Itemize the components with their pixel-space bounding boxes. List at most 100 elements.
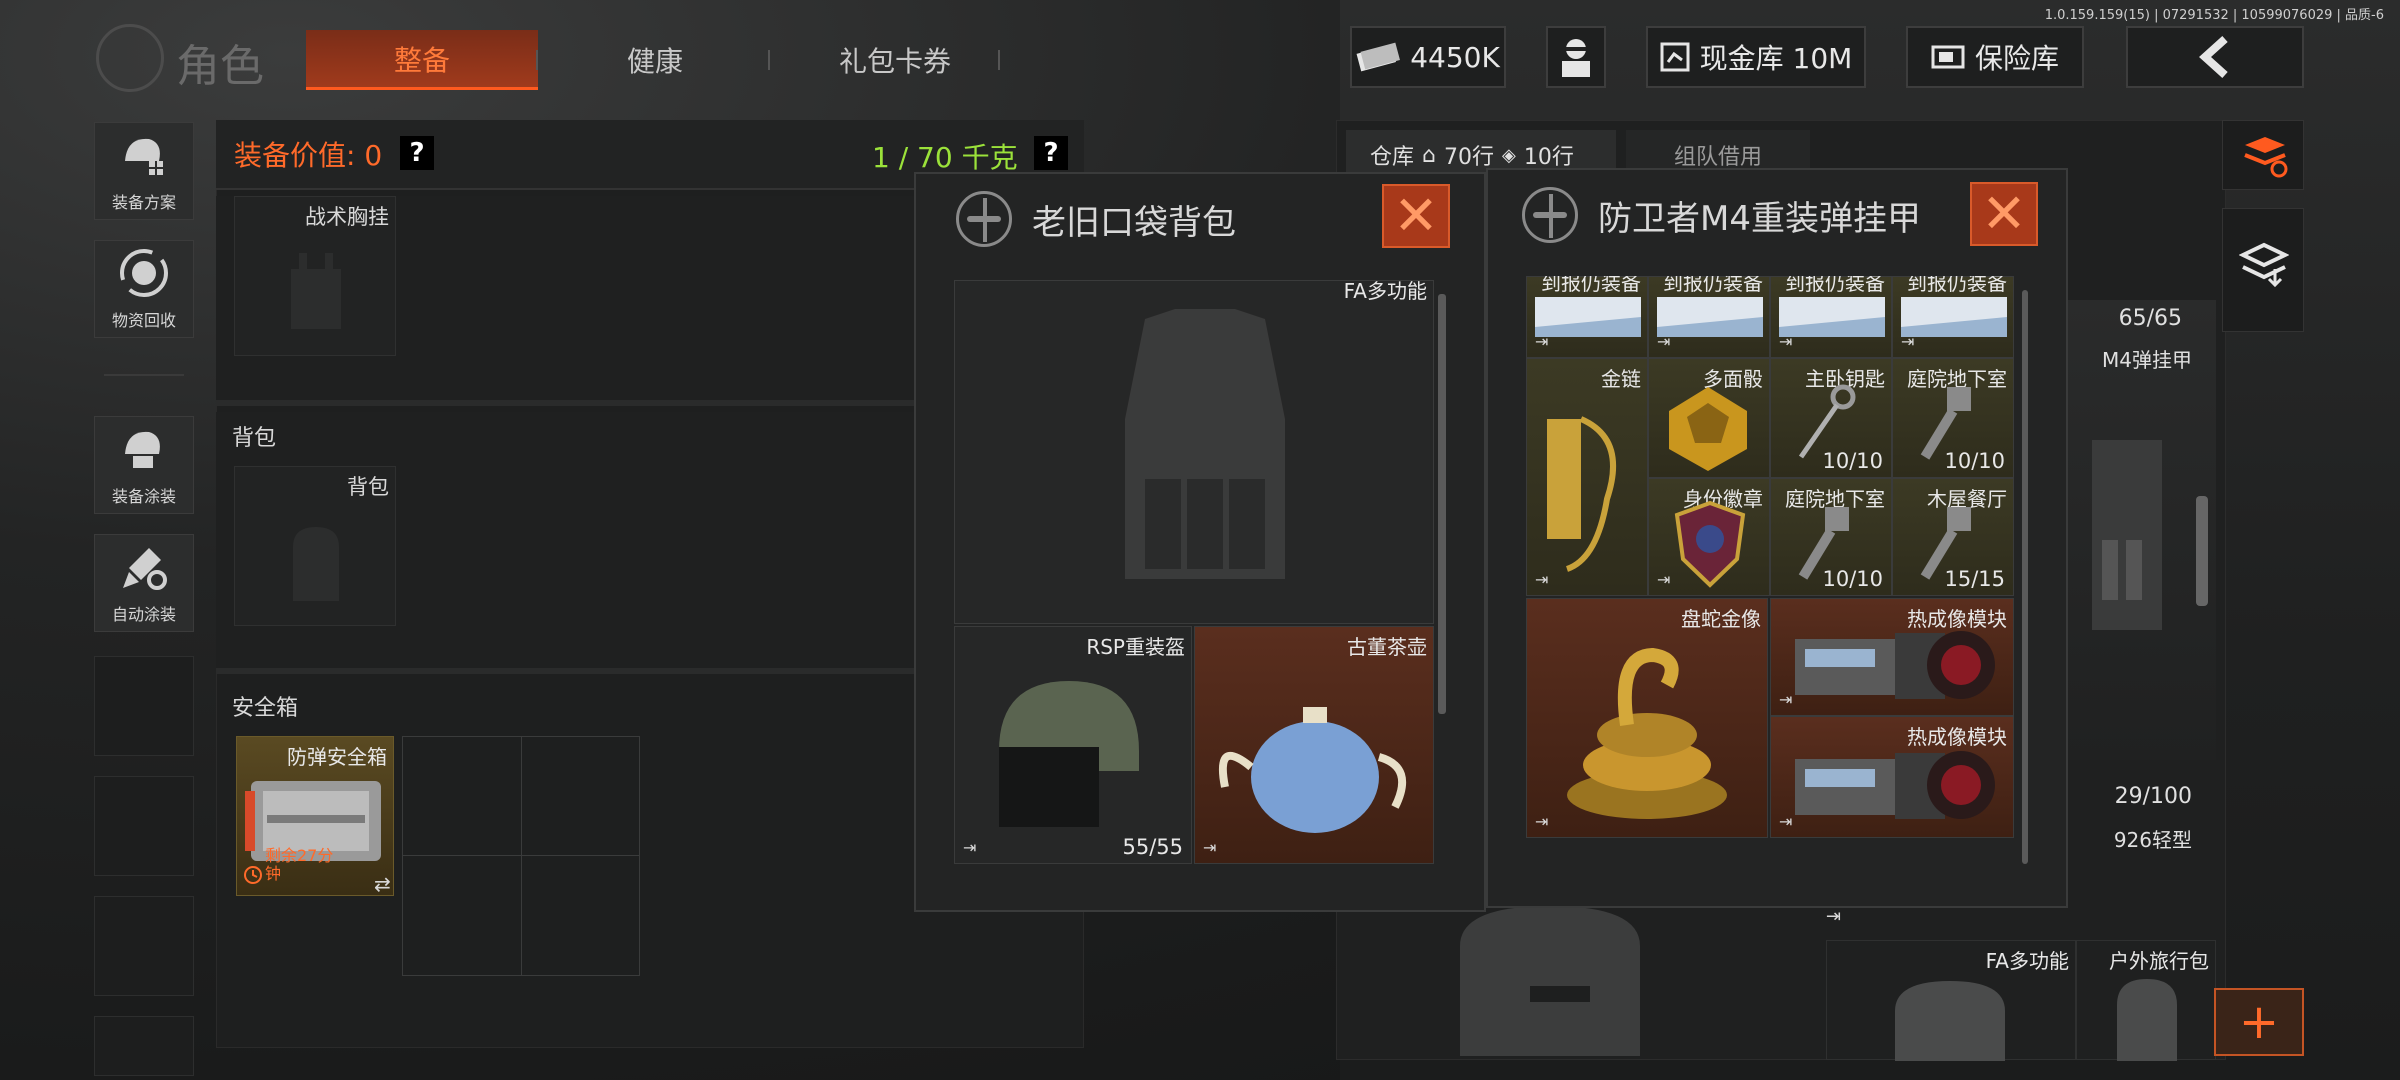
paint-helmet-icon [116, 421, 172, 477]
move-out-icon[interactable]: ⇥ [963, 838, 976, 857]
tab-gift-cards[interactable]: 礼包卡券 [790, 30, 1000, 90]
item-golden-snake-statue[interactable]: 盘蛇金像 ⇥ [1526, 598, 1768, 838]
backpack-label: 背包 [347, 475, 389, 499]
item-document[interactable]: 到报仍装备 ⇥ [1648, 276, 1770, 358]
item-courtyard-basement-key[interactable]: 庭院地下室 10/10 [1770, 478, 1892, 596]
rows-home-value: 70行 [1443, 145, 1494, 170]
storage-label-2: 926轻型 [2113, 828, 2192, 852]
close-button[interactable]: ✕ [1970, 182, 2038, 246]
cash-vault-button[interactable]: 现金库 10M [1646, 26, 1866, 88]
popup-scrollbar[interactable] [1438, 294, 1446, 714]
grid-line [403, 855, 639, 856]
safebox-item-label: 防弹安全箱 [287, 745, 387, 769]
tab-health[interactable]: 健康 [560, 30, 750, 90]
home-icon: ⌂ [1422, 142, 1436, 168]
item-rsp-helmet[interactable]: RSP重装盔 55/55 ⇥ [954, 626, 1192, 864]
snake-statue-icon [1567, 647, 1727, 819]
recycle-icon [116, 245, 172, 301]
tab-warehouse-label: 仓库 [1370, 145, 1415, 170]
money-display[interactable]: 4450K [1350, 26, 1506, 88]
item-label: RSP重装盔 [1086, 635, 1185, 659]
storage-bag-2-label: 户外旅行包 [2109, 949, 2209, 973]
move-out-icon[interactable]: ⇥ [1779, 690, 1792, 709]
grid-line [521, 737, 522, 975]
item-tactical-vest[interactable]: FA多功能 [954, 279, 1434, 624]
move-out-icon[interactable]: ⇥ [1657, 332, 1670, 351]
item-label: 盘蛇金像 [1681, 607, 1761, 631]
swap-icon[interactable]: ⇄ [374, 872, 391, 896]
move-out-icon[interactable]: ⇥ [1203, 838, 1216, 857]
move-out-icon[interactable]: ⇥ [1779, 812, 1792, 831]
storage-sort-button[interactable] [2222, 120, 2304, 190]
money-amount: 4450K [1410, 40, 1500, 74]
item-label: 古董茶壶 [1347, 635, 1427, 659]
storage-vest-item[interactable]: 65/65 M4弹挂甲 29/100 926轻型 [2066, 300, 2216, 852]
storage-scrollbar[interactable] [2196, 496, 2208, 606]
popup-scrollbar[interactable] [2022, 290, 2028, 864]
sidebar-item-recycle[interactable]: 物资回收 [94, 240, 194, 338]
move-out-icon[interactable]: ⇥ [1535, 570, 1548, 589]
backpack-slot[interactable]: 背包 [234, 466, 396, 626]
close-icon: ✕ [1393, 184, 1439, 247]
item-identity-badge[interactable]: 身份徽章 ⇥ [1648, 478, 1770, 596]
sidebar-item-loadout[interactable]: 装备方案 [94, 122, 194, 220]
item-document[interactable]: 到报仍装备 ⇥ [1526, 276, 1648, 358]
sidebar-item-label: 装备涂装 [111, 487, 176, 506]
move-out-icon[interactable]: ⇥ [1535, 332, 1548, 351]
globe-logo-icon [96, 24, 164, 92]
help-icon[interactable]: ? [400, 136, 434, 170]
add-button[interactable]: + [2214, 988, 2304, 1056]
item-document[interactable]: 到报仍装备 ⇥ [1770, 276, 1892, 358]
sidebar-item-paint[interactable]: 装备涂装 [94, 416, 194, 514]
item-count: 10/10 [1944, 449, 2005, 473]
item-label: 到报仍装备 [1541, 276, 1641, 295]
item-courtyard-basement-key[interactable]: 庭院地下室 10/10 [1892, 358, 2014, 478]
page-title: 角色 [176, 41, 264, 92]
storage-layers-button[interactable] [2222, 208, 2304, 332]
close-button[interactable]: ✕ [1382, 184, 1450, 248]
item-label: FA多功能 [1343, 279, 1427, 303]
tab-divider [536, 50, 538, 70]
safebox-item[interactable]: 防弹安全箱 剩余27分钟 [236, 736, 394, 896]
sidebar-divider [104, 374, 184, 376]
safebox-grid [402, 736, 640, 976]
tab-divider [768, 50, 770, 70]
item-antique-teapot[interactable]: 古董茶壶 ⇥ [1194, 626, 1434, 864]
move-out-icon[interactable]: ⇥ [1901, 332, 1914, 351]
sidebar-item-auto-paint[interactable]: 自动涂装 [94, 534, 194, 632]
popup-item-grid: 到报仍装备 ⇥ 到报仍装备 ⇥ 到报仍装备 ⇥ 到报仍装备 ⇥ 金链 ⇥ 多面骰 [1526, 276, 2014, 1010]
item-cabin-dining-key[interactable]: 木屋餐厅 15/15 [1892, 478, 2014, 596]
safe-button[interactable]: 保险库 [1906, 26, 2084, 88]
chest-rig-icon [291, 253, 341, 329]
rows-other-value: 10行 [1523, 145, 1574, 170]
safebox-timer: 剩余27分钟 [265, 846, 334, 883]
move-out-icon[interactable]: ⇥ [1535, 812, 1548, 831]
item-thermal-module[interactable]: 热成像模块 ⇥ [1770, 716, 2014, 838]
globe-icon [1522, 187, 1578, 243]
tactical-vest-icon [1125, 309, 1285, 579]
item-thermal-module[interactable]: 热成像模块 ⇥ [1770, 598, 2014, 716]
equipment-value: 装备价值: 0 [234, 139, 383, 172]
auto-paint-icon [116, 539, 172, 595]
helmet-icon [999, 681, 1139, 827]
move-out-icon[interactable]: ⇥ [1779, 332, 1792, 351]
item-document[interactable]: 到报仍装备 ⇥ [1892, 276, 2014, 358]
document-icon [1779, 297, 1885, 337]
version-text: 1.0.159.159(15) | 07291532 | 10599076029… [2044, 8, 2384, 23]
item-gold-chain[interactable]: 金链 ⇥ [1526, 358, 1648, 596]
help-icon[interactable]: ? [1034, 136, 1068, 170]
move-out-icon[interactable]: ⇥ [1657, 570, 1670, 589]
trader-button[interactable] [1546, 26, 1606, 88]
item-polyhedral-dice[interactable]: 多面骰 [1648, 358, 1770, 478]
sidebar-item-label: 装备方案 [111, 193, 176, 212]
chest-rig-slot[interactable]: 战术胸挂 [234, 196, 396, 356]
item-master-bedroom-key[interactable]: 主卧钥匙 10/10 [1770, 358, 1892, 478]
popup-title: 防卫者M4重装弹挂甲 [1598, 198, 1921, 239]
storage-bag-2[interactable]: 户外旅行包 [2076, 940, 2216, 1061]
tab-prepare[interactable]: 整备 [306, 30, 538, 90]
cash-vault-label: 现金库 10M [1699, 42, 1853, 75]
item-count: 10/10 [1822, 567, 1883, 591]
item-label: 到报仍装备 [1663, 276, 1763, 295]
trader-icon [1562, 39, 1590, 77]
back-button[interactable] [2126, 26, 2304, 88]
